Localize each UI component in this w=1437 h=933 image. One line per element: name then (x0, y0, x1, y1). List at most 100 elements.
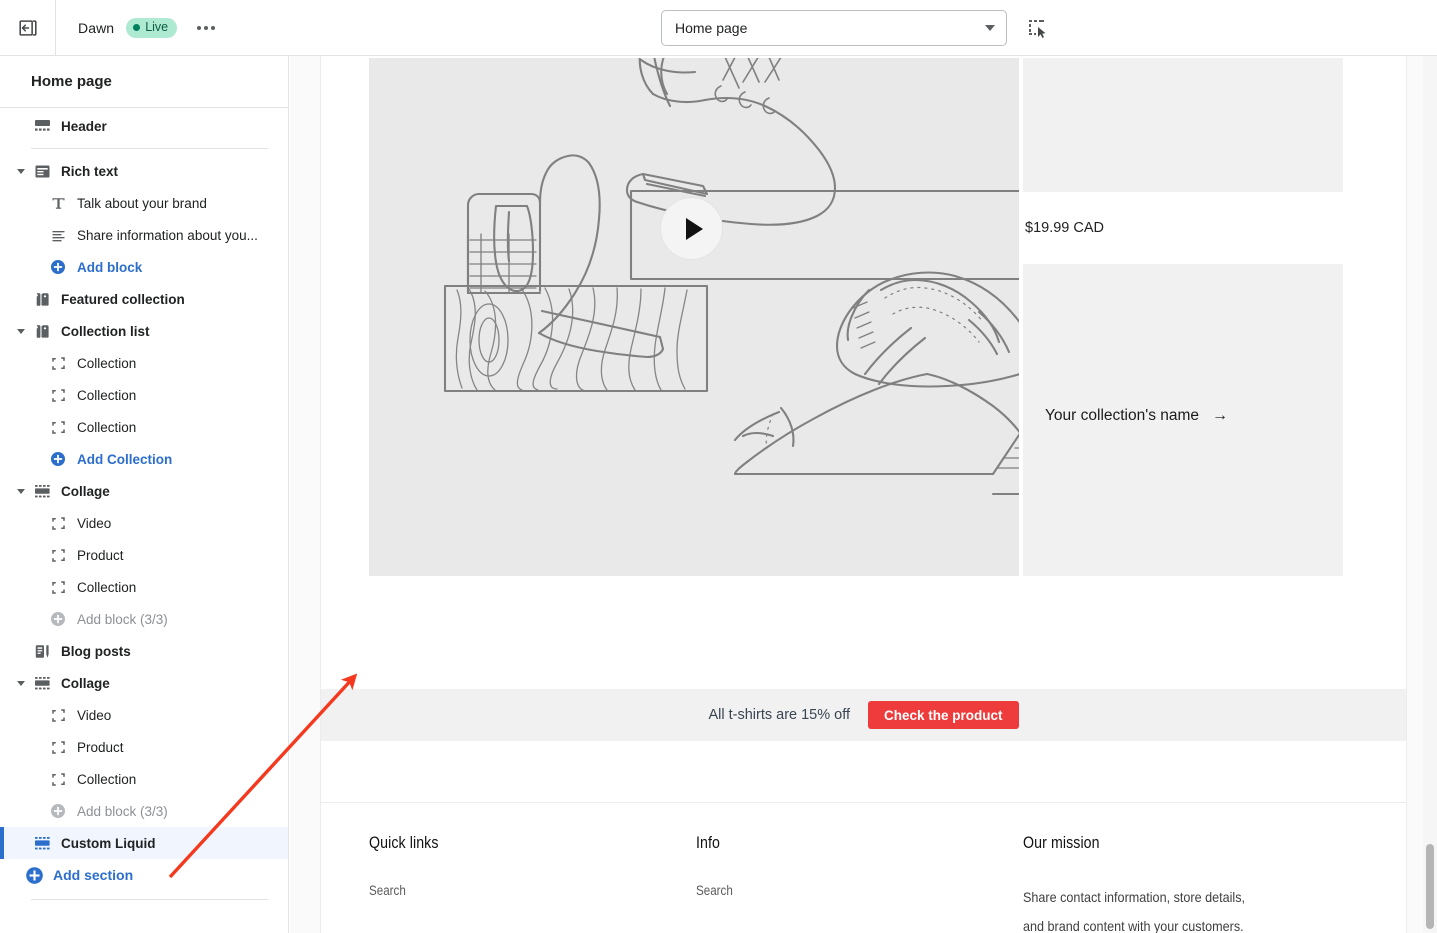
theme-name: Dawn (78, 19, 115, 36)
preview-scrollbar-thumb[interactable] (1426, 844, 1434, 929)
footer-section-preview: Quick links Search Info Search Our missi… (369, 834, 1359, 933)
dot-icon (197, 25, 202, 30)
add-circle-icon (48, 611, 68, 627)
disclosure-toggle[interactable] (14, 680, 28, 686)
sidebar-item-header[interactable]: Header (0, 110, 288, 142)
sidebar-item-collage[interactable]: Collage (0, 475, 288, 507)
sidebar-item-collection-2[interactable]: Collection (0, 763, 288, 795)
collection-card-name: Your collection's name (1045, 407, 1200, 424)
top-bar: Dawn Live Home page (0, 0, 1437, 56)
block-placeholder-icon (48, 516, 68, 531)
footer-column-info: Info Search (696, 834, 1023, 933)
footer-heading: Info (696, 834, 721, 852)
sidebar-item-label: Collection (77, 579, 137, 595)
heading-text-icon (48, 196, 68, 211)
sidebar-item-collection[interactable]: Collection (0, 347, 288, 379)
sidebar-item-label: Collage (61, 675, 110, 691)
blog-posts-icon (32, 643, 52, 660)
collection-tag-icon (32, 323, 52, 340)
collage-video-block[interactable] (369, 58, 1019, 576)
storefront-preview: $19.99 CAD Your collection's name → All … (320, 56, 1407, 933)
select-element-icon[interactable] (1023, 14, 1051, 42)
play-icon (685, 217, 703, 240)
block-placeholder-icon (48, 548, 68, 563)
footer-column-quick-links: Quick links Search (369, 834, 696, 933)
sidebar-item-collection-list[interactable]: Collection list (0, 315, 288, 347)
sidebar-item-product[interactable]: Product (0, 539, 288, 571)
block-placeholder-icon (48, 388, 68, 403)
sidebar-item-label: Share information about you... (77, 227, 258, 243)
disclosure-toggle[interactable] (14, 168, 28, 174)
sidebar-item-label: Collection (77, 419, 137, 435)
sidebar-item-rich-text[interactable]: Rich text (0, 155, 288, 187)
collection-card-link[interactable]: Your collection's name → (1045, 407, 1228, 425)
disclosure-toggle[interactable] (14, 328, 28, 334)
sidebar-item-label: Collection (77, 355, 137, 371)
sidebar-item-collage-2[interactable]: Collage (0, 667, 288, 699)
exit-to-left-icon[interactable] (0, 0, 56, 56)
top-bar-left-group: Dawn Live (0, 0, 221, 56)
add-section-button[interactable]: Add section (0, 859, 288, 891)
sidebar-item-collection[interactable]: Collection (0, 571, 288, 603)
rich-text-section-icon (32, 163, 52, 180)
collage-section-preview: $19.99 CAD Your collection's name → (369, 58, 1343, 576)
sidebar-item-video-2[interactable]: Video (0, 699, 288, 731)
custom-liquid-section-preview[interactable]: All t-shirts are 15% off Check the produ… (321, 689, 1406, 741)
sidebar-item-label: Collage (61, 483, 110, 499)
check-the-product-button[interactable]: Check the product (868, 701, 1019, 729)
sidebar-item-label: Blog posts (61, 643, 131, 659)
sections-tree: Header Rich text Talk about your brand S… (0, 108, 288, 900)
sidebar-item-label: Add section (53, 867, 134, 883)
page-selector[interactable]: Home page (661, 10, 1007, 46)
add-circle-icon (24, 866, 44, 885)
header-section-icon (32, 118, 52, 135)
product-image-placeholder (1023, 58, 1343, 192)
add-collection-button[interactable]: Add Collection (0, 443, 288, 475)
video-play-button[interactable] (660, 197, 723, 260)
block-placeholder-icon (48, 420, 68, 435)
sidebar-item-blog-posts[interactable]: Blog posts (0, 635, 288, 667)
sidebar-item-label: Video (77, 515, 112, 531)
add-block-button-collage-1: Add block (3/3) (0, 603, 288, 635)
block-placeholder-icon (48, 580, 68, 595)
sidebar-item-video[interactable]: Video (0, 507, 288, 539)
add-block-button-rich-text[interactable]: Add block (0, 251, 288, 283)
preview-scrollbar-track[interactable] (1423, 56, 1437, 933)
sidebar-item-label: Add Collection (77, 451, 173, 467)
collage-section-icon (32, 483, 52, 500)
sidebar-item-label: Product (77, 739, 124, 755)
sections-sidebar: Home page Header Rich text Talk about yo… (0, 56, 289, 933)
sidebar-title: Home page (0, 56, 288, 108)
sidebar-item-product-2[interactable]: Product (0, 731, 288, 763)
page-selector-value: Home page (675, 20, 748, 36)
sidebar-item-label: Video (77, 707, 112, 723)
sidebar-item-featured-collection[interactable]: Featured collection (0, 283, 288, 315)
sidebar-item-label: Collection (77, 771, 137, 787)
sidebar-item-talk-about-your-brand[interactable]: Talk about your brand (0, 187, 288, 219)
footer-link[interactable]: Search (369, 883, 650, 898)
sidebar-item-collection[interactable]: Collection (0, 411, 288, 443)
sidebar-item-custom-liquid[interactable]: Custom Liquid (0, 827, 288, 859)
sidebar-divider (31, 148, 268, 149)
add-circle-icon (48, 803, 68, 819)
collection-tag-icon (32, 291, 52, 308)
sidebar-item-label: Product (77, 547, 124, 563)
add-circle-icon (48, 451, 68, 467)
custom-liquid-section-icon (32, 835, 52, 852)
collage-product-block[interactable]: $19.99 CAD (1023, 58, 1343, 236)
collage-collection-block[interactable]: Your collection's name → (1023, 264, 1343, 576)
sidebar-item-label: Custom Liquid (61, 835, 156, 851)
sidebar-item-collection[interactable]: Collection (0, 379, 288, 411)
theme-editor-root: Dawn Live Home page Home page Header Ric… (0, 0, 1437, 933)
sidebar-item-label: Header (61, 118, 107, 134)
footer-link[interactable]: Search (696, 883, 977, 898)
footer-mission-line-1: Share contact information, store details… (1023, 889, 1246, 905)
sidebar-divider (31, 899, 268, 900)
disclosure-toggle[interactable] (14, 488, 28, 494)
sidebar-item-share-information[interactable]: Share information about you... (0, 219, 288, 251)
announcement-text: All t-shirts are 15% off (708, 707, 851, 723)
chevron-down-icon (985, 25, 995, 31)
more-actions-button[interactable] (191, 14, 221, 42)
dot-icon (211, 25, 216, 30)
sidebar-item-label: Talk about your brand (77, 195, 207, 211)
